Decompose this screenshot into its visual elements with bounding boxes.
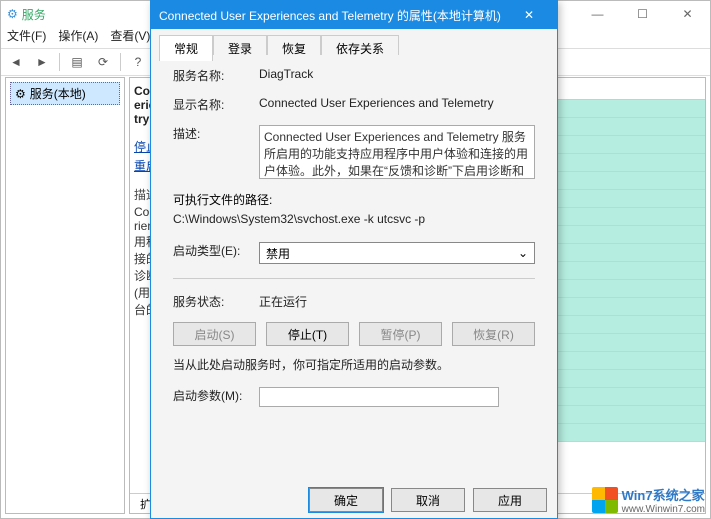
properties-dialog: Connected User Experiences and Telemetry…	[150, 0, 558, 519]
window-title: 服务	[22, 6, 46, 23]
close-button[interactable]: ✕	[665, 1, 710, 27]
label-description: 描述:	[173, 125, 259, 142]
ok-button[interactable]: 确定	[309, 488, 383, 512]
label-start-params: 启动参数(M):	[173, 387, 259, 404]
resume-button: 恢复(R)	[452, 322, 535, 346]
label-exe-path: 可执行文件的路径:	[173, 191, 535, 208]
gear-icon: ⚙	[15, 87, 26, 101]
value-exe-path: C:\Windows\System32\svchost.exe -k utcsv…	[173, 212, 535, 226]
label-startup-type: 启动类型(E):	[173, 242, 259, 259]
chevron-down-icon: ⌄	[518, 246, 528, 260]
label-display-name: 显示名称:	[173, 96, 259, 113]
tree-item-services[interactable]: ⚙ 服务(本地)	[10, 82, 120, 105]
close-icon[interactable]: ✕	[509, 8, 549, 22]
menu-view[interactable]: 查看(V)	[110, 27, 150, 44]
general-panel: 服务名称: DiagTrack 显示名称: Connected User Exp…	[159, 55, 549, 470]
props-icon[interactable]: ▤	[66, 51, 88, 73]
help-icon[interactable]: ?	[127, 51, 149, 73]
gear-icon: ⚙	[7, 7, 18, 21]
cancel-button[interactable]: 取消	[391, 488, 465, 512]
back-icon[interactable]: ◄	[5, 51, 27, 73]
tab-general[interactable]: 常规	[159, 35, 213, 61]
menu-file[interactable]: 文件(F)	[7, 27, 46, 44]
startup-type-combo[interactable]: 禁用 ⌄	[259, 242, 535, 264]
forward-icon[interactable]: ►	[31, 51, 53, 73]
dialog-title: Connected User Experiences and Telemetry…	[159, 7, 501, 24]
label-service-status: 服务状态:	[173, 293, 259, 310]
menu-action[interactable]: 操作(A)	[58, 27, 98, 44]
value-service-status: 正在运行	[259, 293, 535, 310]
watermark: Win7系统之家 www.Winwin7.com	[592, 485, 705, 515]
dialog-titlebar: Connected User Experiences and Telemetry…	[151, 1, 557, 29]
apply-button[interactable]: 应用	[473, 488, 547, 512]
stop-button[interactable]: 停止(T)	[266, 322, 349, 346]
start-params-input	[259, 387, 499, 407]
start-button: 启动(S)	[173, 322, 256, 346]
windows-logo-icon	[592, 487, 618, 513]
description-box[interactable]: Connected User Experiences and Telemetry…	[259, 125, 535, 179]
value-service-name: DiagTrack	[259, 67, 535, 81]
minimize-button[interactable]: —	[575, 1, 620, 27]
refresh-icon[interactable]: ⟳	[92, 51, 114, 73]
maximize-button[interactable]: ☐	[620, 1, 665, 27]
value-display-name: Connected User Experiences and Telemetry	[259, 96, 535, 110]
pause-button: 暂停(P)	[359, 322, 442, 346]
nav-tree: ⚙ 服务(本地)	[5, 77, 125, 514]
note-text: 当从此处启动服务时，你可指定所适用的启动参数。	[173, 356, 535, 373]
label-service-name: 服务名称:	[173, 67, 259, 84]
